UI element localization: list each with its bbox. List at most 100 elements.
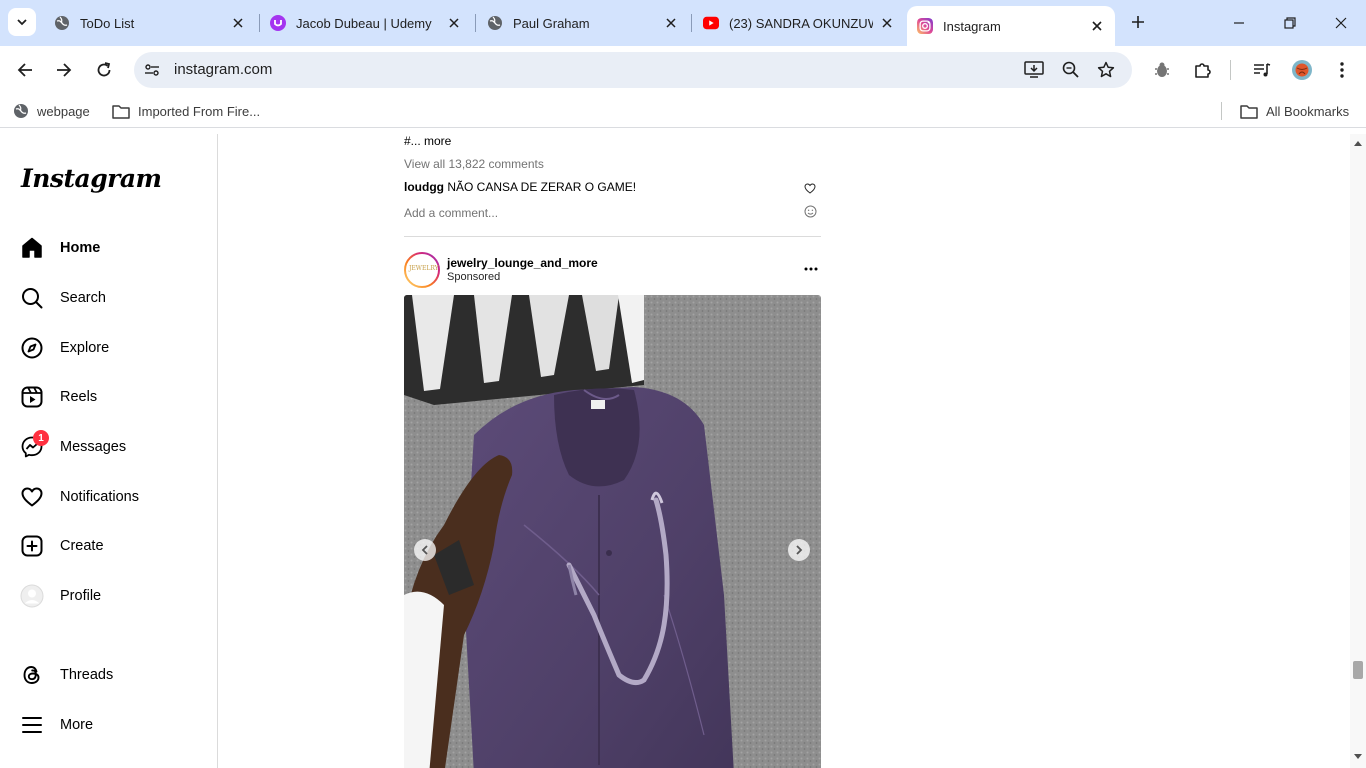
- avatar-icon: [20, 584, 44, 608]
- bug-icon: [1155, 62, 1169, 77]
- chevron-left-icon: [421, 545, 428, 555]
- bookmark-label: webpage: [37, 103, 90, 119]
- close-tab-icon[interactable]: [663, 15, 679, 31]
- post-image[interactable]: [404, 295, 821, 768]
- explore-icon: [20, 336, 44, 360]
- comment-username[interactable]: loudgg: [404, 180, 444, 194]
- nav-home[interactable]: Home: [12, 226, 206, 270]
- tab-title: Jacob Dubeau | Udemy: [296, 15, 432, 31]
- sponsored-label: Sponsored: [447, 271, 501, 283]
- reels-icon: [20, 385, 44, 409]
- caption-truncated: #... more: [404, 134, 451, 148]
- nav-search[interactable]: Search: [12, 276, 206, 320]
- nav-label: Home: [60, 240, 101, 256]
- nav-create[interactable]: Create: [12, 524, 206, 568]
- like-comment-button[interactable]: [804, 181, 816, 199]
- tab-separator: [691, 14, 692, 32]
- bookmark-webpage[interactable]: webpage: [13, 101, 90, 121]
- bookmarks-bar: webpage Imported From Fire... All Bookma…: [0, 94, 1366, 128]
- kebab-menu-icon: [1340, 62, 1344, 78]
- tab-udemy[interactable]: Jacob Dubeau | Udemy: [260, 6, 472, 40]
- nav-messages[interactable]: 1 Messages: [12, 425, 206, 469]
- close-tab-icon[interactable]: [446, 15, 462, 31]
- close-tab-icon[interactable]: [879, 15, 895, 31]
- nav-label: Notifications: [60, 489, 139, 505]
- scrollbar-thumb[interactable]: [1353, 661, 1363, 679]
- close-tab-icon[interactable]: [230, 15, 246, 31]
- reload-button[interactable]: [90, 56, 118, 84]
- nav-profile[interactable]: Profile: [12, 574, 206, 618]
- arrow-right-icon: [57, 63, 72, 77]
- tab-title: Instagram: [943, 18, 1001, 34]
- tab-instagram[interactable]: Instagram: [907, 6, 1115, 46]
- globe-icon: [54, 15, 70, 31]
- nav-label: Reels: [60, 389, 98, 405]
- add-comment-placeholder: Add a comment...: [404, 206, 499, 220]
- udemy-icon: [270, 15, 286, 31]
- address-bar[interactable]: instagram.com: [134, 52, 1132, 88]
- post-options-button[interactable]: [802, 260, 820, 278]
- site-info-icon[interactable]: [142, 60, 162, 80]
- close-tab-icon[interactable]: [1089, 18, 1105, 34]
- restore-button[interactable]: [1275, 8, 1305, 38]
- bookmark-folder-imported[interactable]: Imported From Fire...: [112, 101, 260, 121]
- extension-bug-button[interactable]: [1148, 56, 1176, 84]
- install-app-icon[interactable]: [1024, 60, 1044, 80]
- url-text: instagram.com: [174, 61, 273, 78]
- nav-label: Explore: [60, 340, 110, 356]
- nav-label: Create: [60, 538, 104, 554]
- add-comment-field[interactable]: Add a comment...: [404, 204, 821, 226]
- extensions-button[interactable]: [1189, 56, 1217, 84]
- nav-explore[interactable]: Explore: [12, 326, 206, 370]
- tab-strip: ToDo List Jacob Dubeau | Udemy Paul Grah…: [0, 0, 1366, 46]
- bookmark-star-icon[interactable]: [1096, 60, 1116, 80]
- message-count-badge: 1: [33, 430, 49, 446]
- nav-reels[interactable]: Reels: [12, 375, 206, 419]
- close-icon: [1335, 17, 1347, 29]
- carousel-prev-button[interactable]: [414, 539, 436, 561]
- forward-button[interactable]: [50, 56, 78, 84]
- nav-label: Threads: [60, 667, 114, 683]
- reload-icon: [97, 62, 111, 77]
- search-icon: [20, 286, 44, 310]
- view-all-comments-link[interactable]: View all 13,822 comments: [404, 157, 544, 171]
- minimize-button[interactable]: [1224, 8, 1254, 38]
- tab-title: (23) SANDRA OKUNZUWA: [729, 15, 873, 31]
- page-scrollbar[interactable]: [1350, 134, 1366, 768]
- close-window-button[interactable]: [1326, 8, 1356, 38]
- media-control-button[interactable]: [1248, 56, 1276, 84]
- tab-separator: [475, 14, 476, 32]
- instagram-sidebar: Instagram Home Search Explore Reels 1 Me…: [0, 134, 218, 768]
- chevron-down-icon: [17, 19, 27, 26]
- tab-title: Paul Graham: [513, 15, 590, 31]
- messenger-icon: 1: [20, 430, 49, 459]
- all-bookmarks-button[interactable]: All Bookmarks: [1240, 101, 1349, 121]
- nav-label: More: [60, 717, 94, 733]
- instagram-logo[interactable]: Instagram: [21, 164, 162, 193]
- folder-icon: [1240, 104, 1258, 119]
- post-author-avatar[interactable]: JEWELRY: [404, 252, 440, 288]
- scroll-down-arrow-icon[interactable]: [1354, 754, 1362, 760]
- tab-search-button[interactable]: [8, 8, 36, 36]
- tab-todo[interactable]: ToDo List: [44, 6, 256, 40]
- carousel-next-button[interactable]: [788, 539, 810, 561]
- more-horizontal-icon: [804, 267, 818, 271]
- tab-youtube[interactable]: (23) SANDRA OKUNZUWA: [693, 6, 905, 40]
- post-username[interactable]: jewelry_lounge_and_more: [447, 256, 598, 270]
- profile-avatar-button[interactable]: [1288, 56, 1316, 84]
- arrow-left-icon: [17, 63, 32, 77]
- back-button[interactable]: [11, 56, 39, 84]
- new-tab-button[interactable]: [1126, 10, 1150, 34]
- scroll-up-arrow-icon[interactable]: [1354, 140, 1362, 146]
- top-comment: loudgg NÃO CANSA DE ZERAR O GAME!: [404, 180, 636, 194]
- nav-notifications[interactable]: Notifications: [12, 475, 206, 519]
- nav-more[interactable]: More: [12, 703, 206, 747]
- nav-threads[interactable]: Threads: [12, 653, 206, 697]
- tab-title: ToDo List: [80, 15, 135, 31]
- tab-paul-graham[interactable]: Paul Graham: [477, 6, 689, 40]
- emoji-picker-button[interactable]: [804, 205, 817, 223]
- folder-icon: [112, 104, 130, 119]
- chrome-menu-button[interactable]: [1328, 56, 1356, 84]
- zoom-icon[interactable]: [1061, 60, 1081, 80]
- caption-more-link[interactable]: #... more: [404, 134, 451, 148]
